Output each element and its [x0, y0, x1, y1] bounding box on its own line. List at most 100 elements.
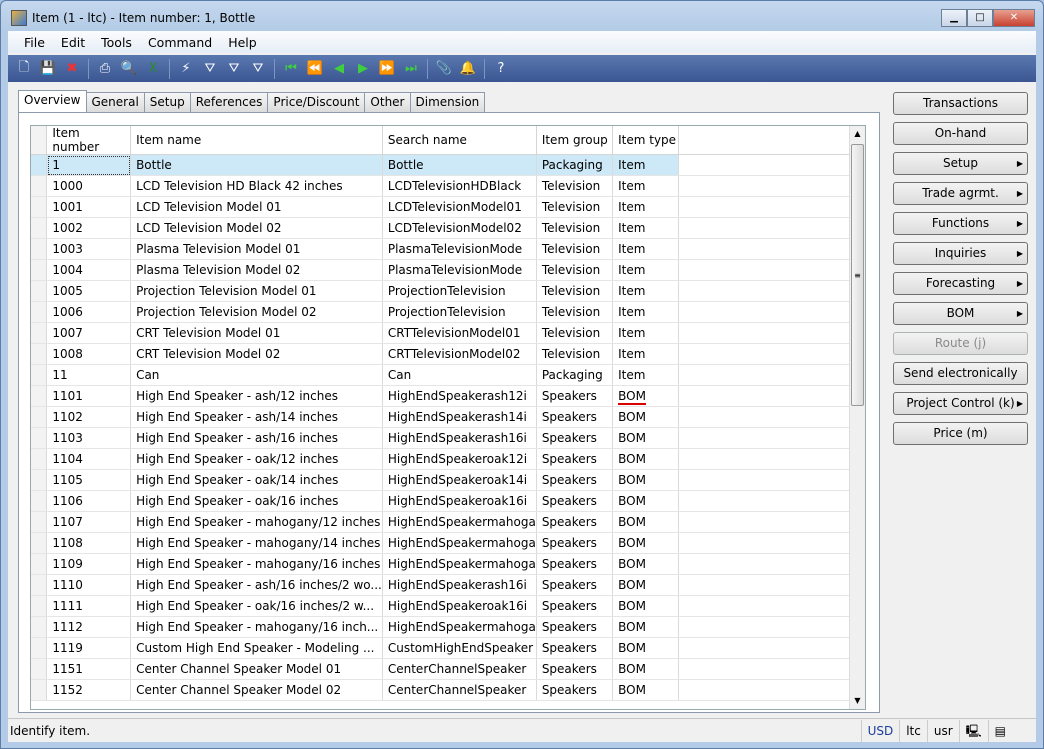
grid-cell[interactable]: Item [612, 322, 679, 344]
row-selector[interactable] [31, 658, 48, 680]
table-row[interactable]: 1105 High End Speaker - oak/14 inches High… [31, 469, 865, 491]
last-record-icon[interactable]: ⏭ [401, 59, 421, 79]
table-row[interactable]: 1111 High End Speaker - oak/16 inches/2 w… [31, 595, 865, 617]
grid-cell[interactable]: PlasmaTelevisionMode [382, 259, 537, 281]
grid-cell[interactable]: BOM [612, 679, 679, 701]
grid-cell[interactable]: HighEndSpeakerash16i [382, 427, 537, 449]
table-row[interactable]: 1151 Center Channel Speaker Model 01 Cente… [31, 658, 865, 680]
row-selector[interactable] [31, 595, 48, 617]
grid-cell[interactable]: CRT Television Model 02 [130, 343, 383, 365]
grid-cell[interactable]: Item [612, 280, 679, 302]
project-control-k-button[interactable]: Project Control (k) ▶ [893, 392, 1028, 415]
grid-cell[interactable]: Television [536, 238, 614, 260]
column-header[interactable]: Item number [46, 126, 132, 155]
tab-references[interactable]: References [189, 92, 269, 112]
bom-button[interactable]: BOM ▶ [893, 302, 1028, 325]
grid-cell[interactable]: 1107 [46, 511, 132, 533]
menu-tools[interactable]: Tools [93, 35, 140, 50]
row-selector[interactable] [31, 343, 48, 365]
grid-cell[interactable]: 1104 [46, 448, 132, 470]
grid-cell[interactable]: BOM [612, 637, 679, 659]
vertical-scrollbar[interactable]: ▲ ≡ ▼ [849, 126, 865, 709]
grid-cell[interactable]: 1001 [46, 196, 132, 218]
row-selector[interactable] [31, 322, 48, 344]
tab-price-discount[interactable]: Price/Discount [267, 92, 366, 112]
computer-icon[interactable]: 🖳 [958, 719, 988, 742]
grid-cell[interactable]: 1005 [46, 280, 132, 302]
table-row[interactable]: 1152 Center Channel Speaker Model 02 Cente… [31, 679, 865, 701]
grid-cell[interactable]: 1151 [46, 658, 132, 680]
grid-cell[interactable]: HighEndSpeakermahoga [382, 616, 537, 638]
help-icon[interactable]: ? [491, 59, 511, 79]
grid-cell[interactable]: Item [612, 217, 679, 239]
grid-cell[interactable]: 1119 [46, 637, 132, 659]
filter-by-selection-icon[interactable]: ⚡ [176, 59, 196, 79]
grid-cell[interactable]: Item [612, 196, 679, 218]
row-selector[interactable] [31, 616, 48, 638]
grid-cell[interactable]: 1110 [46, 574, 132, 596]
trade-agrmt-button[interactable]: Trade agrmt. ▶ [893, 182, 1028, 205]
grid-cell[interactable]: Bottle [130, 154, 383, 176]
row-selector[interactable] [31, 406, 48, 428]
grid-cell[interactable]: Speakers [536, 427, 614, 449]
grid-cell[interactable]: Television [536, 196, 614, 218]
grid-cell[interactable]: Speakers [536, 532, 614, 554]
database-icon[interactable]: ▤ [987, 719, 1012, 742]
grid-cell[interactable]: Speakers [536, 574, 614, 596]
row-selector[interactable] [31, 679, 48, 701]
functions-button[interactable]: Functions ▶ [893, 212, 1028, 235]
grid-cell[interactable]: 1003 [46, 238, 132, 260]
grid-cell[interactable]: BOM [612, 616, 679, 638]
table-row[interactable]: 1110 High End Speaker - ash/16 inches/2 w… [31, 574, 865, 596]
next-record-icon[interactable]: ▶ [353, 59, 373, 79]
grid-cell[interactable]: Speakers [536, 679, 614, 701]
scroll-down-icon[interactable]: ▼ [850, 693, 865, 709]
row-selector[interactable] [31, 175, 48, 197]
tab-other[interactable]: Other [364, 92, 411, 112]
row-selector[interactable] [31, 553, 48, 575]
grid-cell[interactable]: Projection Television Model 01 [130, 280, 383, 302]
grid-cell[interactable]: Speakers [536, 658, 614, 680]
new-icon[interactable]: 🗋 [14, 59, 34, 79]
grid-cell[interactable]: High End Speaker - mahogany/12 inches [130, 511, 383, 533]
menu-help[interactable]: Help [220, 35, 265, 50]
grid-cell[interactable]: Television [536, 175, 614, 197]
grid-cell[interactable]: 1007 [46, 322, 132, 344]
grid-cell[interactable]: ProjectionTelevision [382, 301, 537, 323]
table-row[interactable]: 1107 High End Speaker - mahogany/12 inche… [31, 511, 865, 533]
grid-cell[interactable]: Speakers [536, 616, 614, 638]
grid-cell[interactable]: High End Speaker - mahogany/16 inch... [130, 616, 383, 638]
grid-cell[interactable]: HighEndSpeakeroak12i [382, 448, 537, 470]
grid-cell[interactable]: 1109 [46, 553, 132, 575]
grid-cell[interactable]: Speakers [536, 385, 614, 407]
grid-cell[interactable]: Speakers [536, 637, 614, 659]
grid-cell[interactable]: HighEndSpeakeroak14i [382, 469, 537, 491]
grid-cell[interactable]: 1000 [46, 175, 132, 197]
grid-cell[interactable]: Item [612, 238, 679, 260]
grid-cell[interactable]: 1006 [46, 301, 132, 323]
grid-cell[interactable]: BOM [612, 511, 679, 533]
table-row[interactable]: 1004 Plasma Television Model 02 PlasmaTele… [31, 259, 865, 281]
grid-cell[interactable]: 1152 [46, 679, 132, 701]
grid-cell[interactable]: BOM [612, 448, 679, 470]
grid-cell[interactable]: HighEndSpeakermahoga [382, 553, 537, 575]
row-selector[interactable] [31, 490, 48, 512]
table-row[interactable]: 1007 CRT Television Model 01 CRTTelevision… [31, 322, 865, 344]
table-row[interactable]: 1102 High End Speaker - ash/14 inches High… [31, 406, 865, 428]
grid-cell[interactable]: BOM [612, 469, 679, 491]
grid-cell[interactable]: Item [612, 154, 679, 176]
grid-cell[interactable]: CRTTelevisionModel02 [382, 343, 537, 365]
grid-cell[interactable]: 1008 [46, 343, 132, 365]
grid-cell[interactable]: HighEndSpeakeroak16i [382, 595, 537, 617]
grid-cell[interactable]: High End Speaker - ash/12 inches [130, 385, 383, 407]
status-company[interactable]: ltc [899, 719, 927, 742]
grid-cell[interactable]: Item [612, 343, 679, 365]
select-all-cell[interactable] [31, 126, 48, 155]
previous-page-icon[interactable]: ⏪ [305, 59, 325, 79]
inquiries-button[interactable]: Inquiries ▶ [893, 242, 1028, 265]
table-row[interactable]: 1101 High End Speaker - ash/12 inches High… [31, 385, 865, 407]
row-selector[interactable] [31, 259, 48, 281]
grid-cell[interactable]: BOM [612, 553, 679, 575]
grid-cell[interactable]: HighEndSpeakeroak16i [382, 490, 537, 512]
tab-overview[interactable]: Overview [18, 90, 87, 112]
